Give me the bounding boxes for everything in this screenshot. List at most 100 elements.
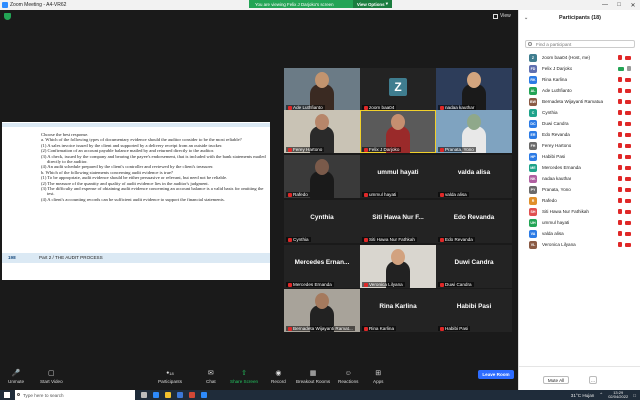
participant-row[interactable]: UH ummul hayati bbox=[519, 217, 640, 228]
task-view-icon[interactable] bbox=[141, 392, 147, 398]
video-tile[interactable]: Rina Karlina Rina Karlina bbox=[360, 289, 436, 332]
participant-list: Zzoom baa04 (Host, me) FD Felix J Darjoko R… bbox=[519, 52, 640, 250]
meeting-toolbar: 🎤 Unmute ▢ Start Video ● 18 Participants … bbox=[0, 367, 518, 390]
video-tile[interactable]: Siti Hawa Nur F... Siti Hawa Nur Fathkah bbox=[360, 200, 436, 243]
zoom-taskbar-icon[interactable] bbox=[201, 392, 207, 398]
participant-video-head bbox=[315, 72, 329, 88]
participant-avatar: RK bbox=[529, 75, 537, 84]
video-tile[interactable]: Habibi Pasi Habibi Pasi bbox=[436, 289, 512, 332]
participant-row[interactable]: FH Ferey Hartono bbox=[519, 140, 640, 151]
video-tile-label: Rafedo bbox=[293, 192, 308, 197]
video-tile[interactable]: Mercedes Ernan... Mercedes Ernanda bbox=[284, 245, 360, 288]
chat-button[interactable]: ✉ Chat bbox=[206, 369, 216, 384]
tray-arrow-icon[interactable]: ⌃ bbox=[599, 392, 603, 398]
participants-button[interactable]: ● 18 Participants bbox=[158, 369, 182, 384]
participant-status-icons bbox=[618, 176, 631, 181]
participant-display-name: Mercedes Ernan... bbox=[294, 259, 350, 266]
leave-room-button[interactable]: Leave Room bbox=[478, 370, 514, 379]
video-tile[interactable]: Duwi Candra Duwi Candra bbox=[436, 245, 512, 288]
grid-view-icon bbox=[493, 13, 498, 19]
participant-display-name: Habibi Pasi bbox=[456, 303, 492, 310]
video-tile[interactable]: Cynthia Cynthia bbox=[284, 200, 360, 243]
participant-row[interactable]: HP Habibi Pasi bbox=[519, 151, 640, 162]
notification-icon[interactable]: □ bbox=[633, 393, 636, 398]
zoom-window: Zoom Meeting - A4-VR62 — □ ✕ You are vie… bbox=[0, 0, 640, 400]
apps-button[interactable]: ⊞ Apps bbox=[373, 369, 383, 384]
view-options-button[interactable]: View Options ▾ bbox=[352, 0, 392, 8]
start-video-button[interactable]: ▢ Start Video bbox=[40, 369, 63, 384]
participant-name: nadaa kauthar bbox=[542, 176, 572, 181]
file-explorer-icon[interactable] bbox=[165, 392, 171, 398]
video-off-icon bbox=[625, 110, 631, 115]
participant-row[interactable]: BW Bernadeta Wijayanti Ramatua bbox=[519, 96, 640, 107]
participant-row[interactable]: R Rafedo bbox=[519, 195, 640, 206]
mute-all-button[interactable]: Mute All bbox=[543, 376, 569, 384]
share-screen-button[interactable]: ⇧ Share Screen bbox=[230, 369, 258, 384]
collapse-chevron-icon[interactable]: ⌄ bbox=[524, 15, 528, 21]
participant-status-icons bbox=[618, 121, 631, 126]
video-tile[interactable]: Veronica Lilyana bbox=[360, 245, 436, 288]
video-tile[interactable]: Pranata, Yono bbox=[436, 110, 512, 153]
participant-name: Mercedes Ernanda bbox=[542, 165, 581, 170]
record-button[interactable]: ◉ Record bbox=[271, 369, 286, 384]
participant-row[interactable]: NK nadaa kauthar bbox=[519, 173, 640, 184]
participant-row[interactable]: SH Siti Hawa Nur Fathikah bbox=[519, 206, 640, 217]
video-tile[interactable]: nadaa kauthar bbox=[436, 68, 512, 111]
video-tile[interactable]: ummul hayati ummul hayati bbox=[360, 155, 436, 198]
store-icon[interactable] bbox=[177, 392, 183, 398]
minimize-icon[interactable]: — bbox=[598, 0, 612, 10]
video-tile[interactable]: Bernadeta Wijayanti Ramat... bbox=[284, 289, 360, 332]
mic-muted-icon bbox=[288, 147, 292, 152]
participant-row[interactable]: VL Veronica Lilyana bbox=[519, 239, 640, 250]
participant-search-input[interactable]: Find a participant bbox=[525, 40, 635, 48]
taskbar-search-input[interactable]: Type here to search bbox=[15, 390, 135, 400]
video-tile[interactable]: Zzoom baa04 bbox=[360, 68, 436, 111]
participant-row[interactable]: PY Pranata, Yono bbox=[519, 184, 640, 195]
video-off-icon bbox=[625, 132, 631, 137]
participants-footer: Mute All ... bbox=[519, 366, 640, 388]
video-on-icon bbox=[618, 66, 624, 71]
breakout-rooms-icon: ▦ bbox=[309, 370, 317, 377]
participant-row[interactable]: C Cynthia bbox=[519, 107, 640, 118]
weather-status[interactable]: 31°C Hujan bbox=[571, 393, 595, 398]
mic-muted-icon bbox=[618, 132, 622, 137]
participant-status-icons bbox=[618, 110, 631, 115]
participant-name: zoom baa04 (Host, me) bbox=[542, 55, 590, 60]
participant-row[interactable]: FD Felix J Darjoko bbox=[519, 63, 640, 74]
video-tile[interactable]: Edo Revanda Edo Revanda bbox=[436, 200, 512, 243]
edge-icon[interactable] bbox=[153, 392, 159, 398]
participant-row[interactable]: Zzoom baa04 (Host, me) bbox=[519, 52, 640, 63]
participant-row[interactable]: ER Edo Revanda bbox=[519, 129, 640, 140]
participant-status-icons bbox=[618, 198, 631, 203]
participant-row[interactable]: AL Ade Luthfianto bbox=[519, 85, 640, 96]
video-tile[interactable]: valda alisa valda alisa bbox=[436, 155, 512, 198]
maximize-icon[interactable]: □ bbox=[612, 0, 626, 10]
participant-row[interactable]: RK Rina Karlina bbox=[519, 74, 640, 85]
close-icon[interactable]: ✕ bbox=[626, 0, 640, 10]
mic-muted-icon bbox=[288, 105, 292, 110]
unmute-button[interactable]: 🎤 Unmute bbox=[8, 369, 24, 384]
video-tile[interactable]: Ade Luthfianto bbox=[284, 68, 360, 111]
windows-start-icon[interactable] bbox=[4, 392, 10, 398]
participant-status-icons bbox=[618, 209, 631, 214]
video-tile[interactable]: Ferey Hartono bbox=[284, 110, 360, 153]
breakout-rooms-button[interactable]: ▦ Breakout Rooms bbox=[296, 369, 330, 384]
mic-muted-icon bbox=[440, 326, 444, 331]
encryption-shield-icon[interactable] bbox=[4, 13, 11, 20]
participant-display-name: valda alisa bbox=[457, 169, 491, 176]
reactions-button[interactable]: ☺ Reactions bbox=[338, 369, 358, 385]
participant-row[interactable]: ME Mercedes Ernanda bbox=[519, 162, 640, 173]
participants-icon: ● 18 bbox=[166, 370, 174, 376]
view-button[interactable]: View bbox=[493, 13, 511, 19]
more-options-button[interactable]: ... bbox=[589, 376, 597, 384]
mic-muted-icon bbox=[364, 105, 368, 110]
video-off-icon bbox=[625, 209, 631, 214]
video-tile[interactable]: Rafedo bbox=[284, 155, 360, 198]
participant-display-name: Duwi Candra bbox=[454, 259, 494, 266]
participant-row[interactable]: VA valda alisa bbox=[519, 228, 640, 239]
mic-muted-icon bbox=[618, 121, 622, 126]
participant-row[interactable]: DC Duwi Candra bbox=[519, 118, 640, 129]
video-tile[interactable]: Felix J Darjoko bbox=[360, 110, 436, 153]
chrome-icon[interactable] bbox=[189, 392, 195, 398]
clock[interactable]: 13:29 02/04/2022 bbox=[608, 390, 628, 400]
